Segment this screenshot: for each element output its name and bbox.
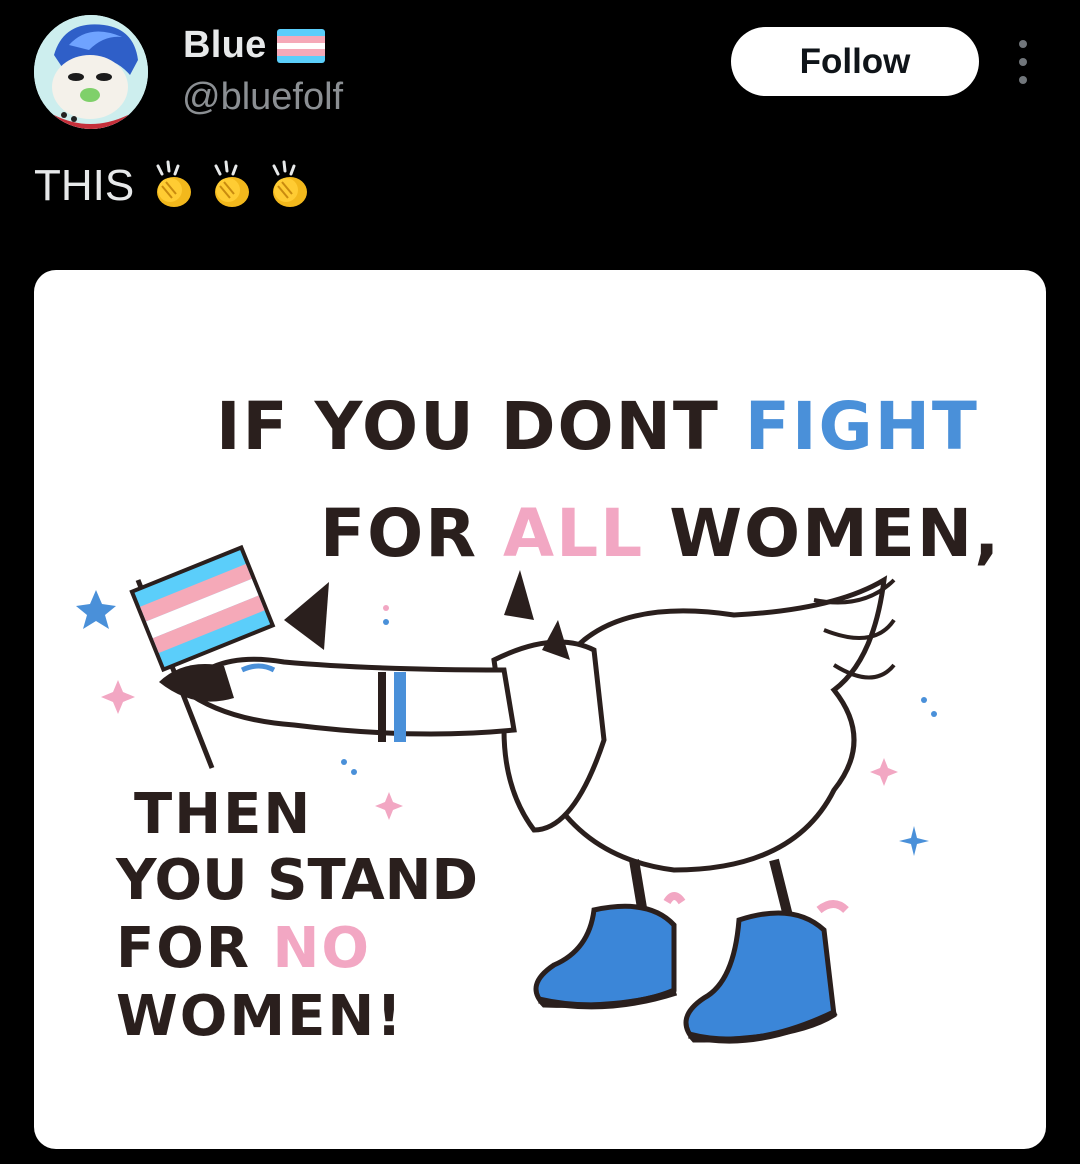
- post-text-row: THIS: [34, 160, 316, 212]
- author-handle[interactable]: @bluefolf: [182, 76, 343, 119]
- poster-bottom-3: FOR NO: [116, 916, 371, 981]
- transgender-flag-icon: [129, 544, 276, 673]
- poster-headline-2: FOR ALL WOMEN,: [320, 495, 1001, 572]
- poster-accent-all: ALL: [503, 495, 645, 572]
- poster-headline-1: IF YOU DONT FIGHT: [216, 388, 979, 465]
- avatar[interactable]: [34, 15, 148, 129]
- poster-accent-fight: FIGHT: [744, 388, 979, 465]
- poster-text: YOU STAND: [116, 848, 479, 913]
- poster-accent-no: NO: [272, 916, 371, 981]
- display-name[interactable]: Blue: [183, 24, 267, 67]
- poster-bottom-2: YOU STAND: [116, 848, 478, 913]
- clapping-hands-icon: [272, 160, 308, 207]
- poster-text: FOR: [320, 495, 479, 572]
- post-image[interactable]: IF YOU DONT FIGHT FOR ALL WOMEN, THEN YO…: [34, 270, 1046, 1149]
- poster-bottom-1: THEN: [134, 782, 312, 847]
- transgender-flag-icon: [276, 28, 325, 63]
- poster-text: THEN: [134, 782, 313, 847]
- author-name-row: Blue: [183, 24, 325, 67]
- poster-bottom-4: WOMEN!: [116, 984, 404, 1049]
- emoji-group: [148, 160, 316, 212]
- poster-text: FOR: [116, 916, 251, 981]
- more-vertical-icon[interactable]: [1008, 40, 1038, 84]
- clapping-hands-icon: [214, 160, 250, 207]
- post-text: THIS: [34, 161, 135, 210]
- poster-text: IF YOU DONT: [216, 388, 720, 465]
- clapping-hands-icon: [156, 160, 192, 207]
- poster-text: WOMEN,: [669, 495, 1002, 572]
- poster-text: WOMEN!: [116, 984, 404, 1049]
- follow-button[interactable]: Follow: [731, 27, 979, 96]
